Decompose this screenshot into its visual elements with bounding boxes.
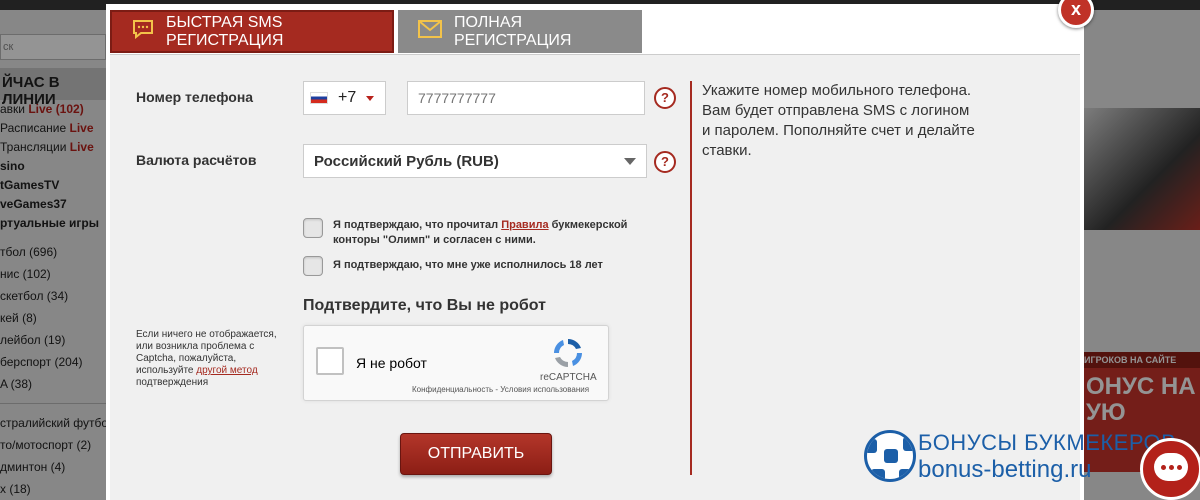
age-checkbox[interactable] <box>303 256 323 276</box>
recaptcha-label: Я не робот <box>356 355 427 371</box>
sms-info-text: Укажите номер мобильного телефона. Вам б… <box>702 82 975 159</box>
age-agreement-text: Я подтверждаю, что мне уже исполнилось 1… <box>333 259 603 271</box>
recaptcha-widget: Я не робот reCAPTCHA Конфиденциальность … <box>303 325 609 401</box>
registration-modal: БЫСТРАЯ SMS РЕГИСТРАЦИЯ ПОЛНАЯ РЕГИСТРАЦ… <box>106 4 1084 500</box>
currency-label: Валюта расчётов <box>136 152 257 168</box>
phone-input[interactable] <box>407 81 645 115</box>
tab-full-registration[interactable]: ПОЛНАЯ РЕГИСТРАЦИЯ <box>398 10 642 53</box>
phone-help-icon[interactable]: ? <box>654 87 676 109</box>
currency-select[interactable]: Российский Рубль (RUB) <box>303 144 647 178</box>
alternative-method-link[interactable]: другой метод <box>196 365 257 376</box>
watermark-title: БОНУСЫ БУКМЕКЕРОВ <box>918 430 1177 455</box>
rules-agreement-text: Я подтверждаю, что прочитал Правила букм… <box>333 218 663 248</box>
chat-bubble-icon <box>1154 453 1188 481</box>
rules-text-before: Я подтверждаю, что прочитал <box>333 219 502 231</box>
country-code-select[interactable]: +7 <box>303 81 386 115</box>
tab-sms-registration[interactable]: БЫСТРАЯ SMS РЕГИСТРАЦИЯ <box>110 10 394 53</box>
tab-sms-label: БЫСТРАЯ SMS РЕГИСТРАЦИЯ <box>166 13 284 49</box>
registration-tabs: БЫСТРАЯ SMS РЕГИСТРАЦИЯ ПОЛНАЯ РЕГИСТРАЦ… <box>110 10 646 58</box>
age-agreement-row: Я подтверждаю, что мне уже исполнилось 1… <box>303 256 663 276</box>
sms-bubble-icon <box>132 19 154 44</box>
watermark-url: bonus-betting.ru <box>918 456 1092 483</box>
recaptcha-logo-icon <box>554 339 582 367</box>
chevron-down-icon <box>624 157 636 165</box>
soccer-ball-icon <box>864 430 916 482</box>
rules-checkbox[interactable] <box>303 218 323 238</box>
submit-button[interactable]: ОТПРАВИТЬ <box>400 433 552 475</box>
rules-link[interactable]: Правила <box>501 219 548 231</box>
currency-selected-value: Российский Рубль (RUB) <box>314 152 499 170</box>
captcha-note-after: подтверждения <box>136 377 209 388</box>
chevron-down-icon <box>366 95 375 101</box>
rules-agreement-row: Я подтверждаю, что прочитал Правила букм… <box>303 218 663 248</box>
phone-label: Номер телефона <box>136 89 254 105</box>
robot-check-title: Подтвердите, что Вы не робот <box>303 297 547 314</box>
recaptcha-privacy-links[interactable]: Конфиденциальность - Условия использован… <box>412 385 589 394</box>
currency-help-icon[interactable]: ? <box>654 151 676 173</box>
captcha-help-note: Если ничего не отображается, или возникл… <box>136 329 296 389</box>
recaptcha-checkbox[interactable] <box>316 347 344 375</box>
envelope-icon <box>418 20 442 43</box>
country-code-value: +7 <box>338 89 357 106</box>
form-divider <box>690 81 692 475</box>
russia-flag-icon <box>310 92 328 104</box>
recaptcha-brand: reCAPTCHA <box>540 372 597 383</box>
chat-button[interactable] <box>1140 438 1200 500</box>
tab-full-label: ПОЛНАЯ РЕГИСТРАЦИЯ <box>454 13 572 49</box>
